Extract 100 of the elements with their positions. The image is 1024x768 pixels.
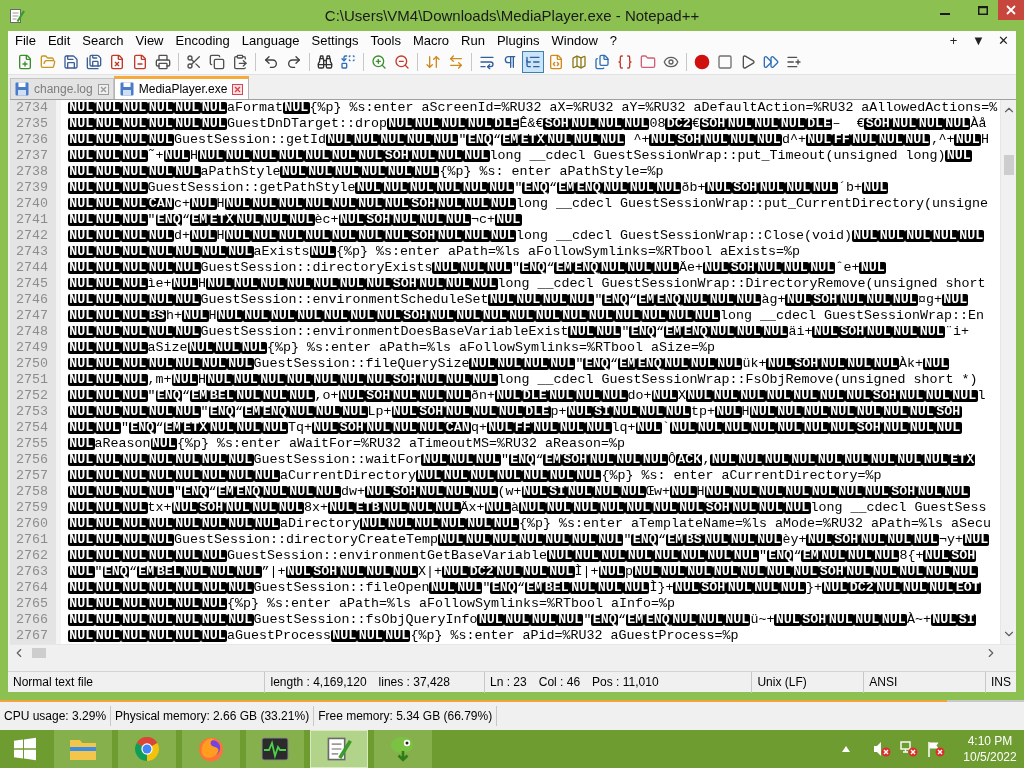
code-text: Ì}+ [649, 580, 674, 597]
taskbar-button[interactable] [246, 730, 304, 768]
menu-item[interactable]: Edit [41, 31, 77, 50]
maximize-icon[interactable] [978, 6, 988, 15]
caret-up-icon[interactable] [842, 746, 850, 752]
menu-item[interactable]: File [9, 31, 42, 50]
binoculars-icon[interactable] [317, 53, 333, 70]
code-text: long __cdecl GuestSessionWrap::En [720, 308, 984, 325]
line-number: 2736 [10, 132, 61, 149]
control-char: NUL [147, 518, 174, 531]
control-char: NUL [729, 534, 756, 547]
menu-item[interactable]: Plugins [490, 31, 546, 50]
replace-icon[interactable] [340, 53, 356, 70]
horizontal-scrollbar[interactable] [10, 644, 1016, 662]
control-char: NUL [121, 118, 148, 131]
save-all-icon[interactable] [86, 53, 102, 70]
new-file-icon[interactable] [17, 53, 33, 70]
menu-item[interactable]: Settings [305, 31, 365, 50]
menu-item[interactable]: Search [76, 31, 130, 50]
control-char: NUL [792, 390, 819, 403]
stop-icon[interactable] [717, 53, 733, 70]
close-document-button[interactable]: ✕ [991, 31, 1016, 50]
control-char: NUL [755, 534, 783, 547]
control-char: NUL [568, 326, 595, 339]
control-char: NUL [545, 134, 573, 147]
menu-item[interactable]: Macro [406, 31, 456, 50]
pilcrow-icon[interactable] [502, 53, 518, 70]
play-icon[interactable] [740, 53, 756, 70]
control-char: SOH [832, 534, 860, 547]
control-char: NUL [171, 374, 198, 387]
control-char: NUL [365, 278, 392, 291]
line-number: 2739 [10, 180, 61, 197]
control-char: NUL [805, 134, 833, 147]
close-button[interactable] [998, 0, 1024, 20]
speaker-muted-icon[interactable] [873, 741, 891, 757]
control-char: NUL [484, 502, 511, 515]
documents-icon[interactable] [594, 53, 610, 70]
code-text: ìe+ [147, 276, 172, 293]
code-text: GuestSession::directoryCreateTemp [174, 532, 438, 549]
control-char: NUL [859, 262, 886, 275]
menu-item[interactable]: Language [235, 31, 306, 50]
flag-alert-icon[interactable] [927, 741, 945, 757]
line-number: 2751 [10, 372, 61, 389]
control-char: NUL [572, 502, 599, 515]
close-file-icon[interactable] [109, 53, 125, 70]
toggle-button[interactable] [522, 50, 544, 73]
folder-icon[interactable] [640, 53, 656, 70]
control-char: NUL [652, 262, 679, 275]
control-char: NUL [94, 518, 121, 531]
control-char: NUL [874, 582, 902, 595]
record-icon[interactable] [694, 53, 710, 70]
control-char: NUL [94, 182, 121, 195]
add-button[interactable]: + [941, 31, 966, 50]
control-char: NUL [593, 486, 620, 499]
save-icon[interactable] [63, 53, 79, 70]
fast-forward-icon[interactable] [763, 53, 779, 70]
vertical-scrollbar[interactable] [1000, 100, 1016, 645]
scroll-thumb[interactable] [32, 648, 46, 659]
control-char: NUL [765, 390, 792, 403]
control-char: NUL [569, 118, 597, 131]
paste-icon[interactable] [232, 53, 248, 70]
zoom-out-icon[interactable] [394, 53, 410, 70]
file-tab[interactable]: MediaPlayer.exe [113, 76, 250, 100]
code-text: l [977, 388, 986, 405]
menu-item[interactable]: Tools [364, 31, 407, 50]
control-char: NUL [187, 342, 214, 355]
printer-icon[interactable] [155, 53, 171, 70]
list-button[interactable]: ▼ [966, 31, 991, 50]
undo-icon[interactable] [263, 53, 279, 70]
control-char: NUL [463, 230, 490, 243]
braces-icon[interactable] [617, 53, 633, 70]
horizontal-arrows-icon[interactable] [448, 53, 464, 70]
taskbar-button[interactable] [310, 730, 368, 768]
map-icon[interactable] [571, 53, 587, 70]
control-char: NUL [94, 614, 121, 627]
code-text: H [980, 132, 989, 149]
menu-item[interactable]: ? [603, 31, 624, 50]
control-char: NUL [708, 326, 736, 339]
control-char: DLE [521, 390, 548, 403]
zoom-in-icon[interactable] [371, 53, 387, 70]
redo-icon[interactable] [286, 53, 302, 70]
open-folder-icon[interactable] [40, 53, 56, 70]
scroll-thumb[interactable] [1003, 155, 1014, 176]
code-text: GuestSession::fileQuerySize [253, 356, 470, 373]
menu-item[interactable]: Window [545, 31, 604, 50]
scissors-icon[interactable] [186, 53, 202, 70]
network-error-icon[interactable] [900, 741, 918, 757]
code-file-icon[interactable] [548, 53, 564, 70]
vertical-arrows-icon[interactable] [425, 53, 441, 70]
close-all-icon[interactable] [132, 53, 148, 70]
copy-icon[interactable] [209, 53, 225, 70]
code-text: ük+ [742, 356, 767, 373]
menu-item[interactable]: Run [455, 31, 491, 50]
control-char: NUL [517, 534, 544, 547]
menu-item[interactable]: Encoding [169, 31, 236, 50]
close-tab-icon[interactable] [232, 83, 244, 95]
control-char: NUL [408, 182, 435, 195]
control-char: NUL [200, 454, 227, 467]
menu-item[interactable]: View [129, 31, 170, 50]
code-text: " [121, 420, 129, 437]
